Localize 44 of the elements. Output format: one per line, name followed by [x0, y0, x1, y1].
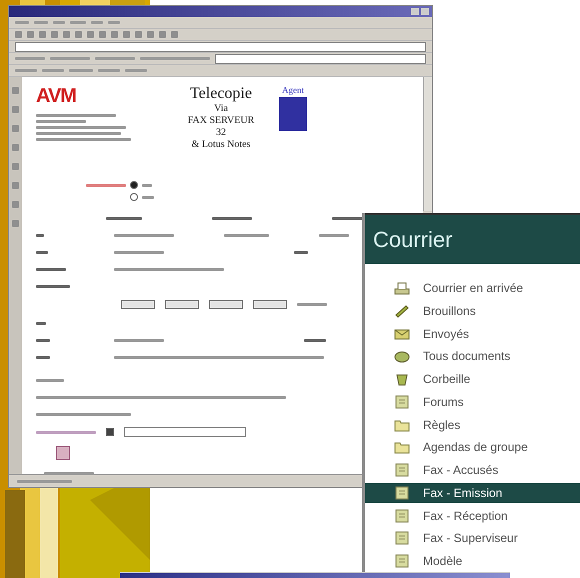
folder-item[interactable]: Modèle: [365, 551, 580, 571]
scrollbar[interactable]: [423, 77, 432, 211]
checkbox[interactable]: [106, 428, 114, 436]
fax-title-line: Telecopie: [190, 85, 252, 103]
search-field[interactable]: [215, 54, 426, 64]
radio-button[interactable]: [130, 181, 138, 189]
folder-item[interactable]: Agendas de groupe: [365, 437, 580, 458]
folder-item[interactable]: Fax - Réception: [365, 506, 580, 526]
fax-title-line: Via: [214, 103, 228, 115]
toolbar-icon[interactable]: [12, 144, 19, 151]
fax-title-line: & Lotus Notes: [192, 139, 250, 151]
panel-title: Courrier: [365, 213, 580, 264]
address-field[interactable]: [15, 42, 426, 52]
folder-item[interactable]: Règles: [365, 414, 580, 434]
form-button[interactable]: [253, 300, 287, 309]
folder-item[interactable]: Brouillons: [365, 300, 580, 321]
toolbar-icon[interactable]: [12, 220, 19, 227]
folder-item[interactable]: Tous documents: [365, 346, 580, 366]
form-button[interactable]: [209, 300, 243, 309]
form-button[interactable]: [121, 300, 155, 309]
agent-logo-icon: [279, 97, 307, 131]
close-button[interactable]: [421, 8, 429, 15]
toolbar-icon[interactable]: [12, 106, 19, 113]
folder-item[interactable]: Envoyés: [365, 324, 580, 344]
folder-item[interactable]: Courrier en arrivée: [365, 278, 580, 298]
folder-item[interactable]: Corbeille: [365, 369, 580, 389]
toolbar-icon[interactable]: [12, 201, 19, 208]
folder-item[interactable]: Fax - Superviseur: [365, 528, 580, 548]
minimize-button[interactable]: [411, 8, 419, 15]
folder-item[interactable]: Fax - Accusés: [365, 460, 580, 480]
fax-title-line: FAX SERVEUR: [188, 115, 254, 127]
attachment-icon[interactable]: [56, 446, 70, 460]
company-logo: AVM: [36, 85, 77, 108]
folder-item[interactable]: Fax - Emission: [365, 482, 580, 503]
toolbar-icon[interactable]: [12, 182, 19, 189]
toolbar-icon[interactable]: [12, 163, 19, 170]
radio-button[interactable]: [130, 193, 138, 201]
form-button[interactable]: [165, 300, 199, 309]
folder-item[interactable]: Forums: [365, 392, 580, 412]
toolbar-icon[interactable]: [12, 125, 19, 132]
input-field[interactable]: [124, 427, 246, 437]
badge-label: Agent: [282, 85, 304, 95]
fax-title-line: 32: [216, 127, 226, 139]
toolbar-icon[interactable]: [12, 87, 19, 94]
